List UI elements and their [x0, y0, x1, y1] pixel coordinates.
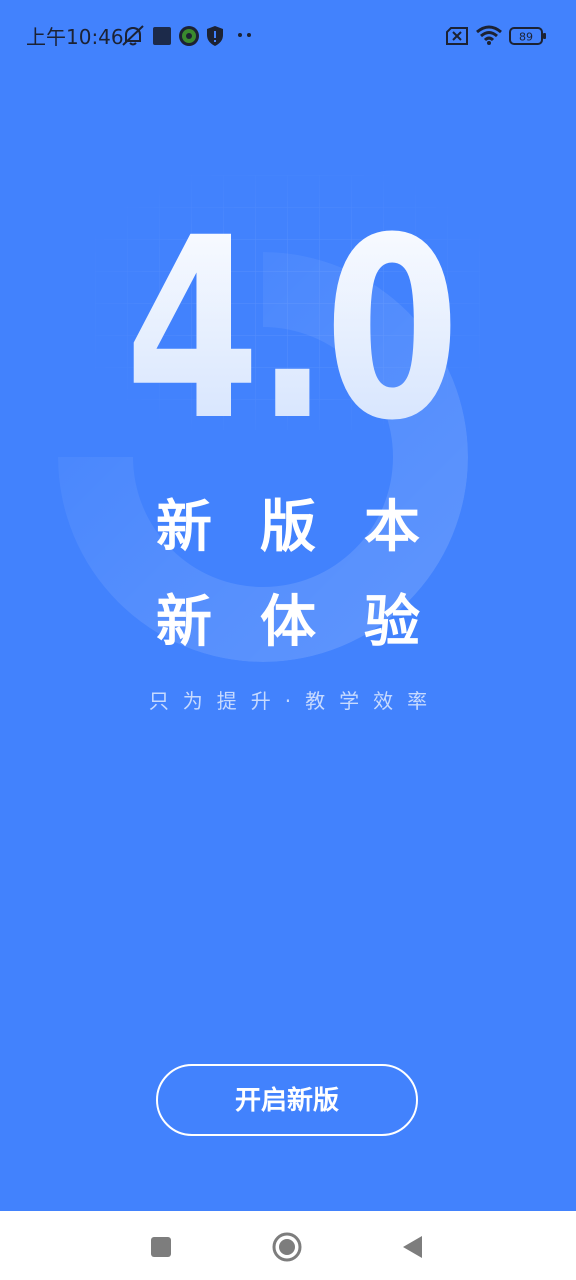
version-number-text: 4.0: [125, 196, 455, 436]
battery-level: 89: [519, 31, 533, 44]
start-new-version-button[interactable]: 开启新版: [156, 1064, 418, 1136]
notifications-off-icon: [120, 24, 146, 48]
wifi-icon: [475, 24, 503, 48]
home-icon[interactable]: [269, 1229, 305, 1265]
sim-error-icon: [445, 26, 469, 50]
shield-icon: [206, 25, 224, 49]
version-number: 4.0: [125, 196, 460, 436]
navigation-bar: [0, 1211, 576, 1280]
splash-screen: 上午10:46 89 4.0 新版本 新体验 只为提升·教学效率 开启新版: [0, 0, 576, 1211]
app-square-icon: [152, 26, 172, 50]
headline-new-experience: 新体验: [156, 590, 468, 655]
recent-apps-icon[interactable]: [143, 1229, 179, 1265]
tagline: 只为提升·教学效率: [148, 689, 442, 713]
headline-new-version: 新版本: [156, 495, 468, 560]
app-badge-icon: [178, 25, 200, 49]
status-bar: 上午10:46 89: [0, 0, 576, 72]
status-time: 上午10:46: [26, 25, 124, 49]
battery-icon: 89: [509, 26, 547, 50]
back-icon[interactable]: [395, 1229, 431, 1265]
more-dots-icon: [236, 30, 254, 54]
